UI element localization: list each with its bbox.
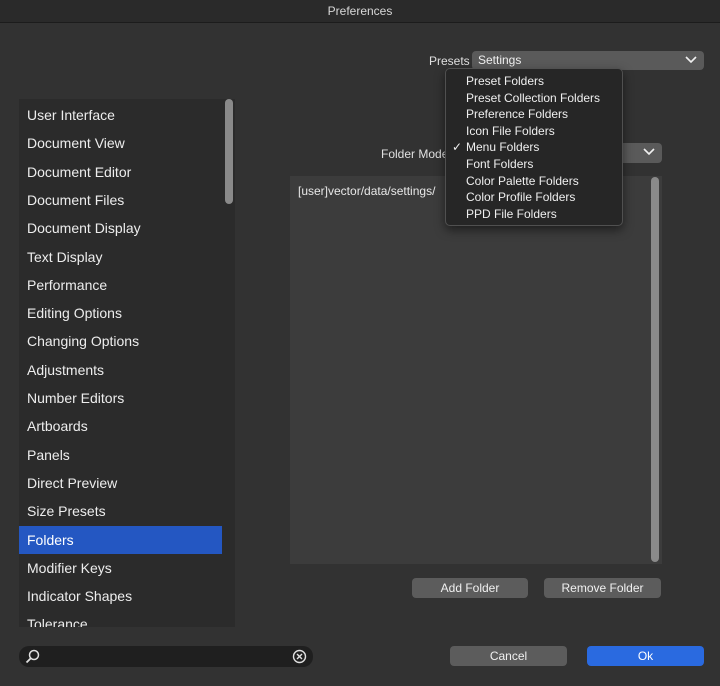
sidebar-item-panels[interactable]: Panels <box>19 441 222 469</box>
menu-item-preference-folders[interactable]: Preference Folders <box>466 106 616 122</box>
menu-item-font-folders[interactable]: Font Folders <box>466 156 616 172</box>
search-icon <box>25 649 40 664</box>
folder-list-scrollbar[interactable] <box>651 177 659 562</box>
menu-item-preset-folders[interactable]: Preset Folders <box>466 73 616 89</box>
sidebar-item-document-display[interactable]: Document Display <box>19 214 222 242</box>
sidebar-item-direct-preview[interactable]: Direct Preview <box>19 469 222 497</box>
sidebar-item-adjustments[interactable]: Adjustments <box>19 356 222 384</box>
sidebar-item-document-view[interactable]: Document View <box>19 129 222 157</box>
menu-item-color-profile-folders[interactable]: Color Profile Folders <box>466 189 616 205</box>
sidebar-item-number-editors[interactable]: Number Editors <box>19 384 222 412</box>
sidebar-item-modifier-keys[interactable]: Modifier Keys <box>19 554 222 582</box>
sidebar-item-artboards[interactable]: Artboards <box>19 412 222 440</box>
folder-type-menu: Preset Folders Preset Collection Folders P… <box>445 68 623 226</box>
checkmark-icon: ✓ <box>452 140 463 155</box>
sidebar-item-changing-options[interactable]: Changing Options <box>19 327 222 355</box>
sidebar-item-folders[interactable]: Folders <box>19 525 222 554</box>
folder-path-item[interactable]: [user]vector/data/settings/ <box>298 184 435 198</box>
folder-mode-label: Folder Mode <box>381 147 449 161</box>
sidebar-item-tolerance[interactable]: Tolerance <box>19 610 222 627</box>
sidebar-item-indicator-shapes[interactable]: Indicator Shapes <box>19 582 222 610</box>
clear-search-icon[interactable] <box>292 649 307 664</box>
sidebar-item-document-editor[interactable]: Document Editor <box>19 158 222 186</box>
remove-folder-button[interactable]: Remove Folder <box>544 578 661 598</box>
presets-label: Presets <box>429 54 470 68</box>
sidebar-scrollbar[interactable] <box>225 99 233 204</box>
sidebar-item-text-display[interactable]: Text Display <box>19 243 222 271</box>
menu-item-color-palette-folders[interactable]: Color Palette Folders <box>466 173 616 189</box>
sidebar-item-size-presets[interactable]: Size Presets <box>19 497 222 525</box>
chevron-down-icon <box>685 56 697 64</box>
window-title: Preferences <box>0 0 720 23</box>
menu-item-preset-collection-folders[interactable]: Preset Collection Folders <box>466 90 616 106</box>
menu-item-icon-file-folders[interactable]: Icon File Folders <box>466 123 616 139</box>
sidebar-item-editing-options[interactable]: Editing Options <box>19 299 222 327</box>
search-field[interactable] <box>19 646 313 667</box>
chevron-down-icon <box>643 148 655 156</box>
menu-item-menu-folders[interactable]: Menu Folders <box>466 139 616 155</box>
sidebar-item-document-files[interactable]: Document Files <box>19 186 222 214</box>
sidebar-item-user-interface[interactable]: User Interface <box>19 101 222 129</box>
ok-button[interactable]: Ok <box>587 646 704 666</box>
cancel-button[interactable]: Cancel <box>450 646 567 666</box>
sidebar-item-performance[interactable]: Performance <box>19 271 222 299</box>
menu-item-ppd-file-folders[interactable]: PPD File Folders <box>466 206 616 222</box>
folder-list: [user]vector/data/settings/ <box>290 176 662 564</box>
preferences-sidebar: User Interface Document View Document Edit… <box>19 99 235 627</box>
add-folder-button[interactable]: Add Folder <box>412 578 528 598</box>
